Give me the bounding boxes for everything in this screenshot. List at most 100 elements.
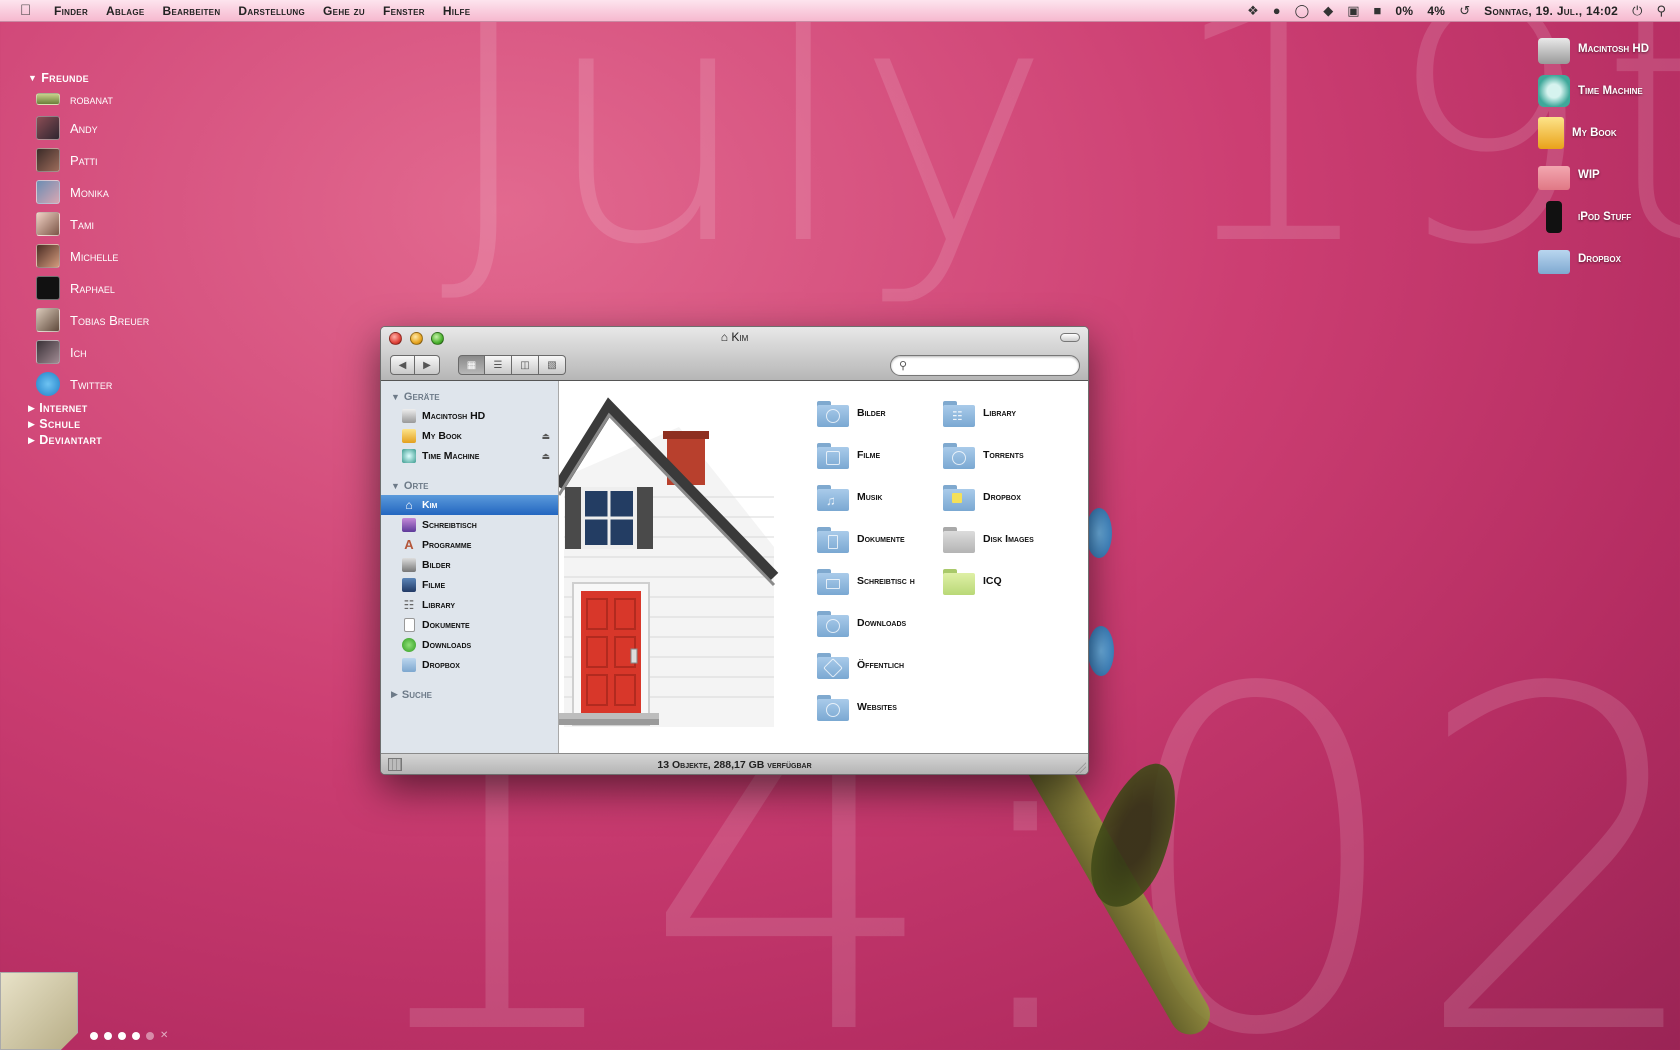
friend-item[interactable]: Twitter	[28, 368, 228, 400]
friend-item[interactable]: Tami	[28, 208, 228, 240]
sidebar-item-downloads[interactable]: Downloads	[381, 635, 558, 655]
menu-darstellung[interactable]: Darstellung	[238, 4, 305, 18]
sidebar-item-programme[interactable]: A Programme	[381, 535, 558, 555]
sidebar-item-bilder[interactable]: Bilder	[381, 555, 558, 575]
drive-icon[interactable]: ▣	[1347, 3, 1359, 19]
sidebar-item-library[interactable]: ☷ Library	[381, 595, 558, 615]
folder-item[interactable]: Schreibtisc h	[817, 561, 943, 603]
resize-handle[interactable]	[1074, 761, 1086, 773]
desktop-ipod-stuff[interactable]: iPod Stuff	[1538, 196, 1678, 238]
space-dot[interactable]	[104, 1031, 112, 1040]
desktop-macintosh-hd[interactable]: Macintosh HD	[1538, 28, 1678, 70]
column-view-button[interactable]: ◫	[512, 355, 539, 375]
folder-item[interactable]: Dropbox	[943, 477, 1069, 519]
menu-ablage[interactable]: Ablage	[106, 4, 144, 18]
folder-item[interactable]: Disk Images	[943, 519, 1069, 561]
avatar	[36, 116, 60, 140]
page-curl-widget[interactable]	[0, 972, 78, 1050]
desktop-dropbox[interactable]: Dropbox	[1538, 238, 1678, 280]
friend-item[interactable]: Ich	[28, 336, 228, 368]
sidebar-item-dropbox[interactable]: Dropbox	[381, 655, 558, 675]
list-view-button[interactable]: ☰	[485, 355, 512, 375]
sidebar-item-time-machine[interactable]: Time Machine ⏏	[381, 446, 558, 466]
folder-item[interactable]: Torrents	[943, 435, 1069, 477]
time-machine-icon	[402, 449, 416, 463]
menu-fenster[interactable]: Fenster	[383, 4, 425, 18]
sidebar-item-macintosh-hd[interactable]: Macintosh HD	[381, 406, 558, 426]
icon-view-button[interactable]: ▦	[458, 355, 485, 375]
space-dot[interactable]	[146, 1031, 154, 1040]
space-dot[interactable]	[118, 1031, 126, 1040]
sidebar-item-dokumente[interactable]: Dokumente	[381, 615, 558, 635]
spotlight-icon[interactable]: ⚲	[1656, 3, 1666, 19]
coverflow-view-button[interactable]: ▧	[539, 355, 566, 375]
friend-item[interactable]: robanat	[28, 86, 228, 112]
sidebar-heading-places[interactable]: ▼ Orte	[381, 476, 558, 495]
sidebar-item-my-book[interactable]: My Book ⏏	[381, 426, 558, 446]
download-icon	[402, 638, 416, 652]
folder-item[interactable]: ☷ Library	[943, 393, 1069, 435]
group-schule[interactable]: ▶ Schule	[28, 416, 228, 432]
sidebar-heading-devices[interactable]: ▼ Geräte	[381, 387, 558, 406]
film-icon	[402, 578, 416, 592]
arrow-left-icon: ◀	[398, 359, 407, 371]
folder-item[interactable]: Bilder	[817, 393, 943, 435]
space-dot[interactable]	[132, 1031, 140, 1040]
desktop-time-machine[interactable]: Time Machine	[1538, 70, 1678, 112]
apple-icon[interactable]: 	[20, 2, 40, 19]
butterfly-icon[interactable]: ❖	[1247, 3, 1259, 19]
arrow-right-icon: ▶	[423, 359, 431, 371]
close-icon[interactable]: ✕	[160, 1030, 168, 1041]
menu-clock[interactable]: Sonntag, 19. Jul., 14:02	[1484, 4, 1618, 18]
back-button[interactable]: ◀	[390, 355, 415, 375]
desktop-my-book[interactable]: My Book	[1538, 112, 1678, 154]
group-freunde[interactable]: ▼ Freunde	[28, 70, 228, 86]
avatar	[36, 308, 60, 332]
friend-item[interactable]: Monika	[28, 176, 228, 208]
menu-bearbeiten[interactable]: Bearbeiten	[163, 4, 221, 18]
folder-item[interactable]: Downloads	[817, 603, 943, 645]
menu-finder[interactable]: Finder	[54, 4, 88, 18]
group-deviantart[interactable]: ▶ Deviantart	[28, 432, 228, 448]
time-machine-icon[interactable]: ↺	[1459, 3, 1470, 19]
folder-item[interactable]: Dokumente	[817, 519, 943, 561]
cs-icon[interactable]: ●	[1273, 3, 1281, 18]
sidebar-item-kim[interactable]: ⌂ Kim	[381, 495, 558, 515]
dropbox-icon[interactable]: ◆	[1323, 3, 1333, 19]
power-icon[interactable]: ⏻	[1632, 3, 1642, 19]
folder-item[interactable]: Filme	[817, 435, 943, 477]
external-drive-icon	[402, 429, 416, 443]
wd-icon[interactable]: ■	[1374, 3, 1382, 18]
finder-titlebar[interactable]: ⌂ Kim ◀ ▶ ▦ ☰ ◫ ▧ ⚲	[381, 327, 1088, 381]
friend-item[interactable]: Tobias Breuer	[28, 304, 228, 336]
space-dot[interactable]	[90, 1031, 98, 1040]
desktop-icon	[402, 518, 416, 532]
folder-item[interactable]: ICQ	[943, 561, 1069, 603]
chat-bubble-icon[interactable]: ◯	[1295, 3, 1310, 19]
sidebar-item-schreibtisch[interactable]: Schreibtisch	[381, 515, 558, 535]
battery-percent[interactable]: 0%	[1395, 4, 1413, 18]
friend-item[interactable]: Raphael	[28, 272, 228, 304]
cpu-percent[interactable]: 4%	[1427, 4, 1445, 18]
avatar	[36, 148, 60, 172]
forward-button[interactable]: ▶	[415, 355, 440, 375]
folder-item[interactable]: Websites	[817, 687, 943, 729]
menu-hilfe[interactable]: Hilfe	[443, 4, 471, 18]
avatar	[36, 244, 60, 268]
folder-item[interactable]: ♫ Musik	[817, 477, 943, 519]
action-grid-icon[interactable]	[388, 758, 402, 771]
menu-gehe-zu[interactable]: Gehe zu	[323, 4, 365, 18]
eject-icon[interactable]: ⏏	[541, 431, 550, 442]
search-input[interactable]	[911, 359, 1062, 372]
friend-item[interactable]: Michelle	[28, 240, 228, 272]
desktop-wip[interactable]: WIP	[1538, 154, 1678, 196]
eject-icon[interactable]: ⏏	[541, 451, 550, 462]
group-internet[interactable]: ▶ Internet	[28, 400, 228, 416]
sidebar-heading-search[interactable]: ▶ Suche	[381, 685, 558, 704]
toolbar-toggle-button[interactable]	[1060, 333, 1080, 342]
folder-item[interactable]: Öffentlich	[817, 645, 943, 687]
friend-item[interactable]: Andy	[28, 112, 228, 144]
search-field[interactable]: ⚲	[890, 355, 1080, 376]
sidebar-item-filme[interactable]: Filme	[381, 575, 558, 595]
friend-item[interactable]: Patti	[28, 144, 228, 176]
